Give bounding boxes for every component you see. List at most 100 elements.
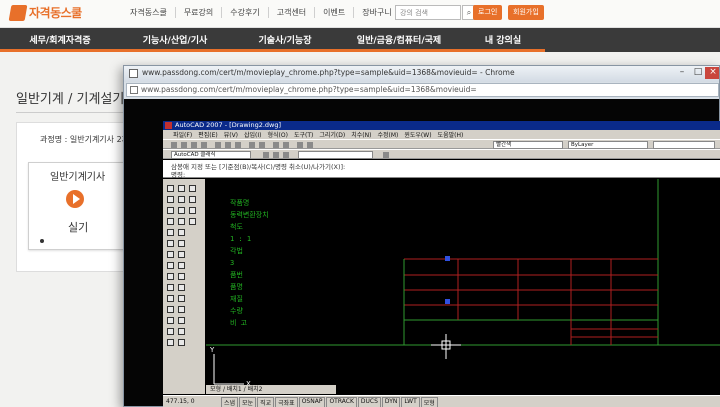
cad-drawing-canvas[interactable]: Y X 작품명 동력변환장치 척도 1 : 1 각법 3 품번 품명 재질 수량…	[206, 179, 720, 394]
cad-region-icon[interactable]	[178, 229, 185, 236]
open-file-icon[interactable]	[181, 142, 187, 148]
cad-menu-draw[interactable]: 그리기(D)	[319, 130, 345, 139]
cad-dim-linear-icon[interactable]	[189, 185, 196, 192]
maximize-button[interactable]: □	[690, 67, 706, 79]
layer-manager-icon[interactable]	[263, 152, 269, 158]
status-polar[interactable]: 극좌표	[275, 397, 298, 407]
site-logo[interactable]: 자격동스쿨	[8, 4, 82, 21]
cad-command-line[interactable]: 삼봉애 지정 또는 [기준점(B)/복사(C)/명령 취소(U)/나가기(X)]…	[163, 160, 720, 179]
topnav-reviews[interactable]: 수강후기	[221, 7, 267, 18]
cad-offset-icon[interactable]	[178, 273, 185, 280]
topnav-cart[interactable]: 장바구니	[353, 7, 399, 18]
cad-explode-icon[interactable]	[167, 339, 174, 346]
mainnav-engineer[interactable]: 기술사/기능장	[230, 33, 340, 46]
cad-dim-aligned-icon[interactable]	[189, 196, 196, 203]
layer-previous-icon[interactable]	[283, 152, 289, 158]
cad-ellipse-icon[interactable]	[167, 218, 174, 225]
cad-menu-format[interactable]: 형식(O)	[268, 130, 288, 139]
undo-icon[interactable]	[249, 142, 255, 148]
mainnav-my-classroom[interactable]: 내 강의실	[458, 33, 548, 46]
cad-trim-icon[interactable]	[178, 306, 185, 313]
cad-point-icon[interactable]	[167, 251, 174, 258]
topnav-event[interactable]: 이벤트	[314, 7, 353, 18]
layer-dropdown[interactable]	[298, 151, 373, 159]
cad-chamfer-icon[interactable]	[167, 328, 174, 335]
popup-titlebar[interactable]: www.passdong.com/cert/m/movieplay_chrome…	[124, 66, 719, 82]
cad-move-icon[interactable]	[178, 284, 185, 291]
status-ortho[interactable]: 직교	[257, 397, 275, 407]
cad-menu-modify[interactable]: 수정(M)	[377, 130, 398, 139]
cad-menu-window[interactable]: 윈도우(W)	[404, 130, 431, 139]
paste-icon[interactable]	[235, 142, 241, 148]
close-button[interactable]: ×	[705, 67, 719, 79]
cad-extend-icon[interactable]	[167, 317, 174, 324]
login-button[interactable]: 로그인	[473, 5, 503, 20]
mainnav-craft[interactable]: 기능사/산업/기사	[120, 33, 230, 46]
save-icon[interactable]	[191, 142, 197, 148]
cad-text-icon[interactable]	[167, 240, 174, 247]
cad-menu-insert[interactable]: 삽입(I)	[244, 130, 262, 139]
linetype-dropdown[interactable]: ByLayer	[568, 141, 648, 149]
status-snap[interactable]: 스냅	[221, 397, 239, 407]
layer-color-dropdown[interactable]: 빨간색	[493, 141, 563, 149]
design-center-icon[interactable]	[307, 142, 313, 148]
new-file-icon[interactable]	[171, 142, 177, 148]
cad-fillet-icon[interactable]	[178, 328, 185, 335]
properties-icon[interactable]	[297, 142, 303, 148]
status-grid[interactable]: 모눈	[239, 397, 257, 407]
cad-menu-help[interactable]: 도움말(H)	[438, 130, 464, 139]
cut-icon[interactable]	[215, 142, 221, 148]
status-osnap[interactable]: OSNAP	[298, 397, 326, 407]
cad-circle-icon[interactable]	[167, 196, 174, 203]
address-bar[interactable]: www.passdong.com/cert/m/movieplay_chrome…	[126, 83, 719, 97]
cad-break-icon[interactable]	[178, 317, 185, 324]
mainnav-general[interactable]: 일반/금융/컴퓨터/국제	[340, 33, 458, 46]
topnav-home[interactable]: 자격동스쿨	[122, 7, 175, 18]
cad-join-icon[interactable]	[178, 339, 185, 346]
cad-dim-angle-icon[interactable]	[189, 218, 196, 225]
cad-menu-edit[interactable]: 편집(E)	[198, 130, 218, 139]
minimize-button[interactable]: –	[674, 67, 690, 79]
cad-dim-radius-icon[interactable]	[189, 207, 196, 214]
cad-table-icon[interactable]	[178, 251, 185, 258]
status-model[interactable]: 모형	[420, 397, 438, 407]
status-dyn[interactable]: DYN	[381, 397, 401, 407]
cad-menu-tools[interactable]: 도구(T)	[294, 130, 313, 139]
cad-menu-file[interactable]: 파일(F)	[173, 130, 192, 139]
cad-erase-icon[interactable]	[167, 262, 174, 269]
cad-polyline-icon[interactable]	[178, 185, 185, 192]
mainnav-tax[interactable]: 세무/회계자격증	[0, 33, 120, 46]
cad-array-icon[interactable]	[167, 284, 174, 291]
redo-icon[interactable]	[259, 142, 265, 148]
status-otrack[interactable]: OTRACK	[326, 397, 357, 407]
copy-icon[interactable]	[225, 142, 231, 148]
cad-line-icon[interactable]	[167, 185, 174, 192]
status-lwt[interactable]: LWT	[401, 397, 420, 407]
cad-hatch-icon[interactable]	[167, 229, 174, 236]
cad-menu-view[interactable]: 뷰(V)	[224, 130, 238, 139]
cad-layout-tabs[interactable]: 모형 / 배치1 / 배치2	[206, 385, 336, 394]
print-icon[interactable]	[201, 142, 207, 148]
autocad-video[interactable]: AutoCAD 2007 - [Drawing2.dwg] 파일(F) 편집(E…	[163, 121, 720, 407]
workspace-dropdown[interactable]: AutoCAD 클래식	[171, 151, 251, 159]
lineweight-dropdown[interactable]	[653, 141, 715, 149]
status-ducs[interactable]: DUCS	[357, 397, 381, 407]
cad-block-icon[interactable]	[178, 240, 185, 247]
cad-scale-icon[interactable]	[178, 295, 185, 302]
cad-spline-icon[interactable]	[178, 218, 185, 225]
play-icon[interactable]	[66, 190, 84, 208]
cad-polygon-icon[interactable]	[178, 207, 185, 214]
join-button[interactable]: 회원가입	[508, 5, 544, 20]
cad-mirror-icon[interactable]	[167, 273, 174, 280]
search-input[interactable]: 강의 검색	[395, 5, 461, 20]
cad-copy-icon[interactable]	[178, 262, 185, 269]
topnav-support[interactable]: 고객센터	[267, 7, 314, 18]
cad-stretch-icon[interactable]	[167, 306, 174, 313]
cad-rect-icon[interactable]	[167, 207, 174, 214]
pan-icon[interactable]	[273, 142, 279, 148]
cad-rotate-icon[interactable]	[167, 295, 174, 302]
cad-menu-dimension[interactable]: 치수(N)	[351, 130, 371, 139]
topnav-free[interactable]: 무료강의	[174, 7, 221, 18]
match-layer-icon[interactable]	[383, 152, 389, 158]
cad-arc-icon[interactable]	[178, 196, 185, 203]
